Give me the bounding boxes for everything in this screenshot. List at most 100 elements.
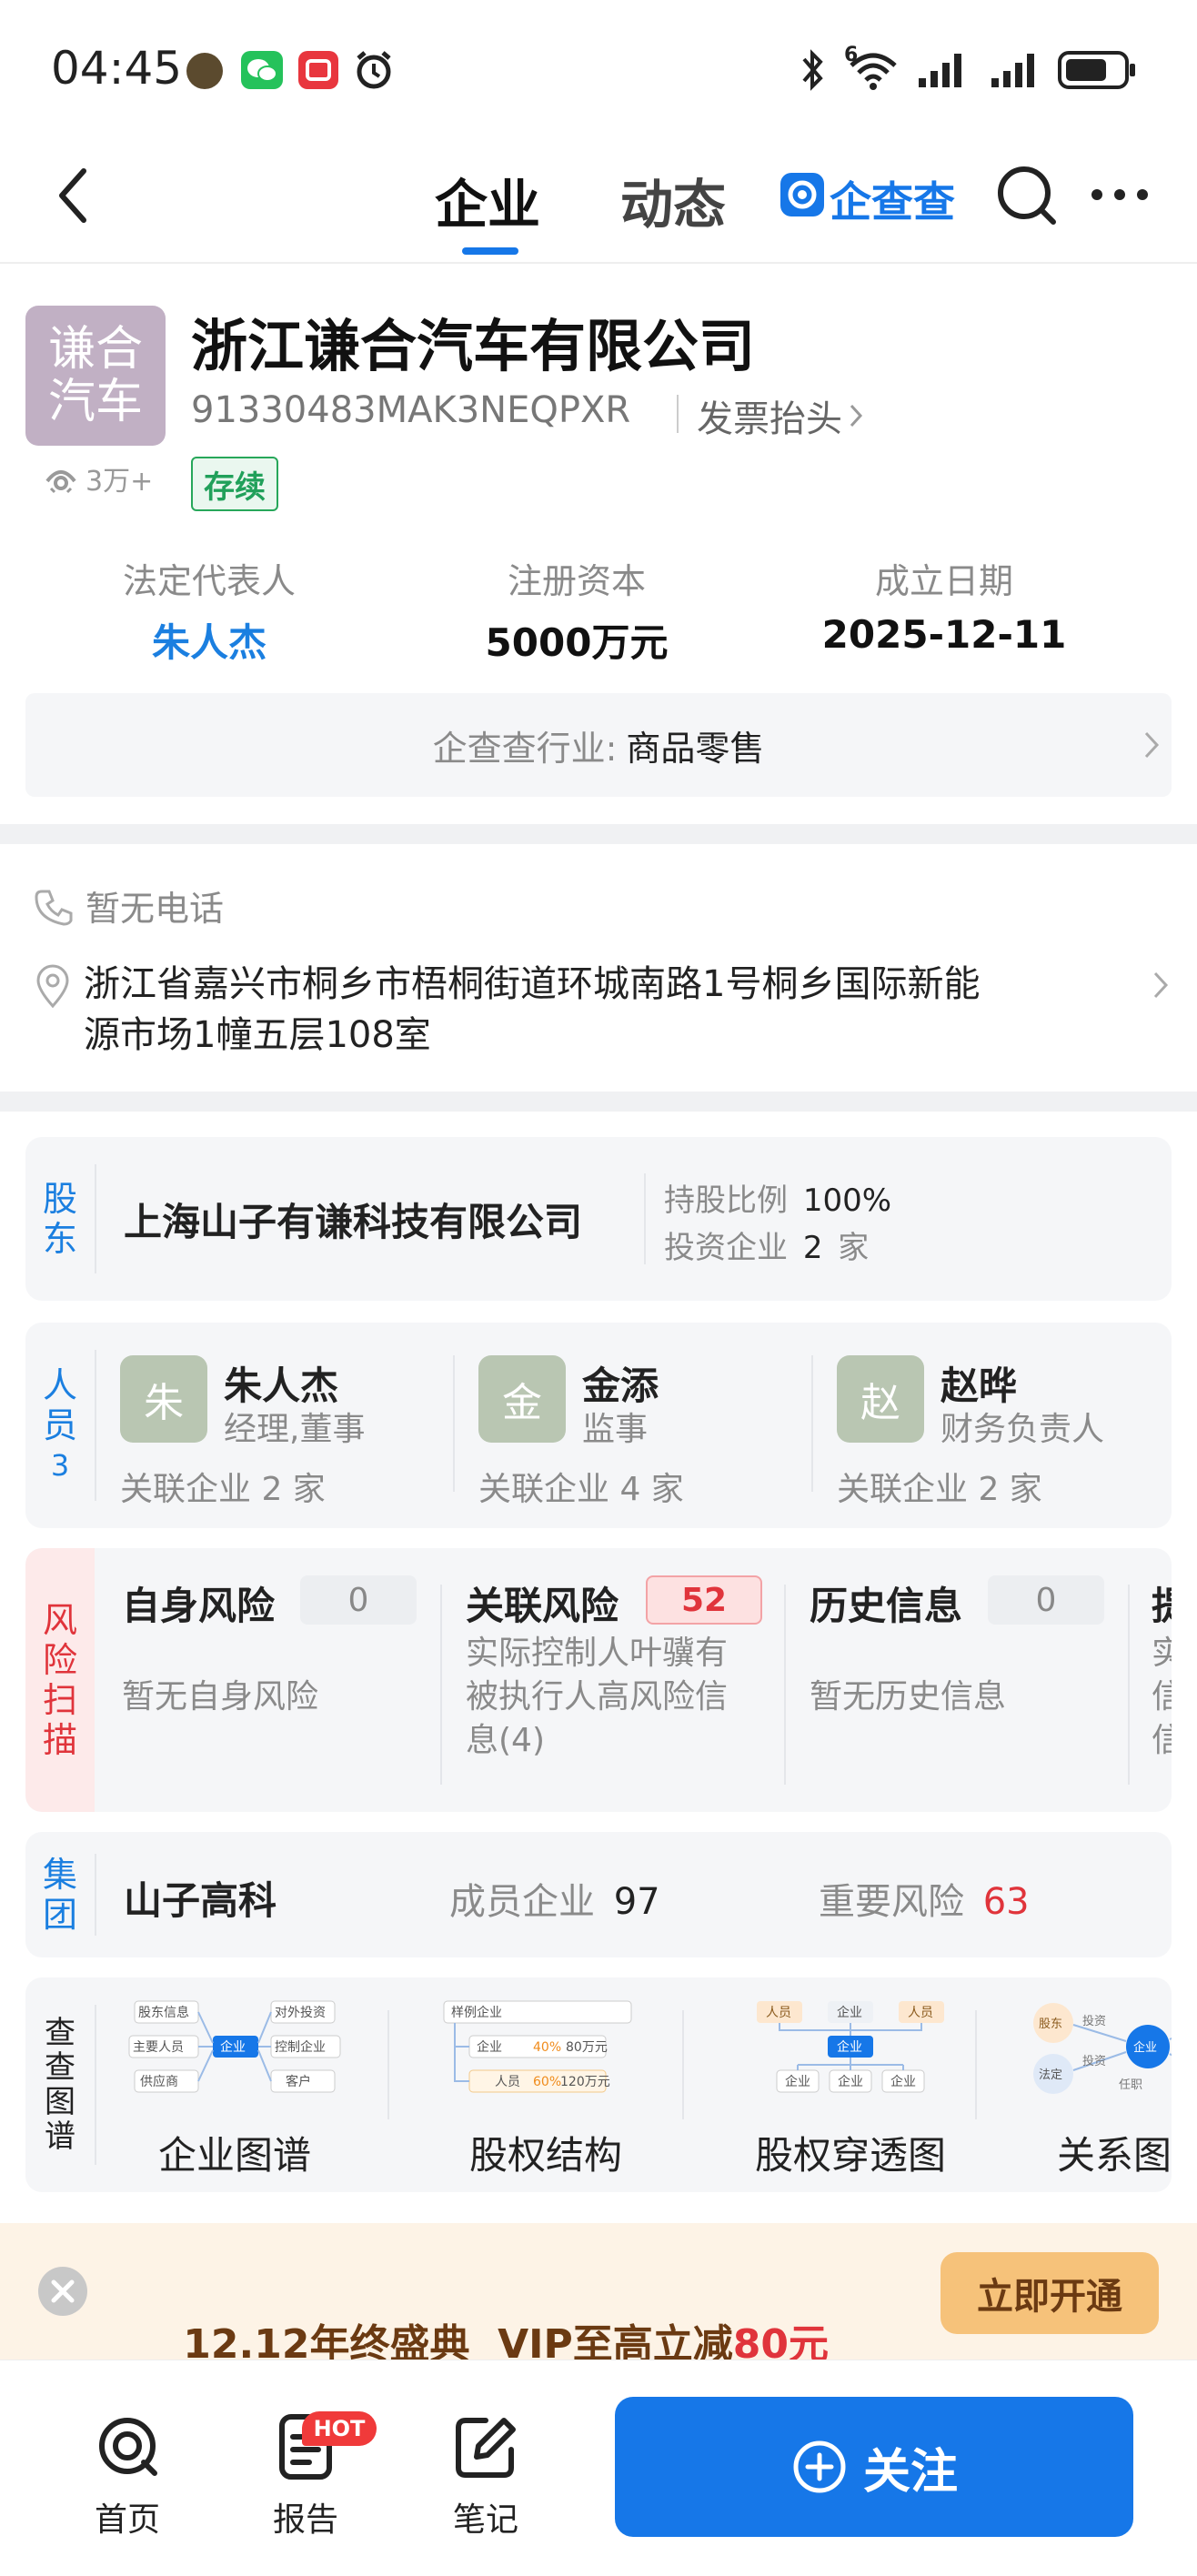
established-date-value: 2025-12-11 — [821, 612, 1067, 657]
established-date-label: 成立日期 — [874, 561, 1013, 601]
person-role: 经理,董事 — [224, 1411, 366, 1448]
graph-node: 主要人员 — [133, 2040, 184, 2055]
red-app-icon — [298, 51, 338, 89]
tab-home-label: 首页 — [94, 2501, 160, 2539]
address-row[interactable]: 浙江省嘉兴市桐乡市梧桐街道环城南路1号桐乡国际新能 源市场1幢五层108室 — [33, 959, 1179, 1068]
key-info-row: 法定代表人 朱人杰 注册资本 5000万元 成立日期 2025-12-11 — [25, 553, 1172, 671]
graphs-card: 查 查 图 谱 股东信息 对外投资 主要人员 企业 控制企业 供应商 客户 企业… — [25, 1977, 1172, 2192]
tab-company[interactable]: 企业 — [435, 162, 540, 238]
graph-node: 投资 — [1082, 2054, 1106, 2068]
promo-banner[interactable]: 12.12年终盛典 VIP至高立减80元 立即开通 — [0, 2223, 1197, 2368]
risk-item-history[interactable]: 历史信息 0 暂无历史信息 — [810, 1575, 1133, 1794]
label-divider — [95, 1350, 96, 1501]
follow-button[interactable]: 关注 — [615, 2397, 1133, 2537]
promo-button-label: 立即开通 — [977, 2276, 1122, 2318]
holding-ratio: 持股比例 100% — [664, 1175, 891, 1220]
invoice-link[interactable]: 发票抬头 — [697, 389, 864, 442]
graph-equity-penetration[interactable]: 人员 企业 人员 企业 企业 企业 企业 股权穿透图 — [709, 1997, 964, 2179]
group-name: 山子高科 — [124, 1878, 277, 1923]
section-divider — [0, 824, 1197, 844]
invest-number: 2 — [802, 1230, 823, 1266]
hot-badge-text: HOT — [313, 2416, 366, 2441]
group-risk-count: 63 — [982, 1881, 1030, 1923]
risk-count: 0 — [347, 1581, 369, 1619]
promo-open-button[interactable]: 立即开通 — [940, 2252, 1159, 2334]
person-card[interactable]: 金 金添 监事 关联企业 4 家 — [478, 1355, 824, 1510]
tab-notes[interactable]: 笔记 — [440, 2411, 531, 2541]
group-members-count: 97 — [613, 1881, 660, 1923]
chevron-right-icon — [1153, 971, 1169, 999]
label-divider — [95, 1854, 96, 1936]
search-icon[interactable] — [993, 162, 1061, 233]
risk-title: 历史信息 — [810, 1584, 963, 1628]
wechat-icon — [241, 51, 283, 89]
personnel-card: 人 员 3 朱 朱人杰 经理,董事 关联企业 2 家 金 金添 监事 关联企业 … — [25, 1323, 1172, 1528]
graph-title: 股权结构 — [468, 2133, 622, 2178]
graph-node: 企业 — [890, 2074, 916, 2089]
nav-bar: 企业 动态 企查查 — [0, 136, 1197, 264]
personnel-section-label: 人 员 3 — [25, 1323, 95, 1528]
invest-label: 投资企业 — [664, 1230, 788, 1266]
location-pin-icon — [36, 964, 69, 1009]
shareholder-card[interactable]: 股 东 上海山子有谦科技有限公司 持股比例 100% 投资企业 2 家 — [25, 1137, 1172, 1301]
risk-title: 提 — [1152, 1584, 1172, 1628]
graph-relations[interactable]: 股东 投资 企业 投资 法定 企业 任职 任职 关系图 — [1031, 1997, 1172, 2179]
graph-node: 人员 — [908, 2006, 933, 2020]
notes-edit-icon — [456, 2418, 516, 2478]
shareholder-name[interactable]: 上海山子有谦科技有限公司 — [124, 1192, 582, 1247]
industry-row[interactable]: 企查查行业: 商品零售 — [25, 693, 1172, 797]
risk-divider — [1128, 1585, 1130, 1785]
views-icon — [45, 470, 76, 494]
close-icon[interactable] — [38, 2267, 87, 2316]
registered-capital-value: 5000万元 — [485, 620, 669, 665]
graph-title: 股权穿透图 — [754, 2133, 946, 2178]
label-char: 风 — [42, 1600, 77, 1640]
bottom-tab-bar: 首页 报告 HOT 笔记 关注 — [0, 2360, 1197, 2576]
invest-count[interactable]: 投资企业 2 家 — [664, 1223, 869, 1267]
invoice-link-label: 发票抬头 — [697, 398, 842, 440]
group-card[interactable]: 集 团 山子高科 成员企业 97 重要风险 63 — [25, 1832, 1172, 1957]
person-card[interactable]: 朱 朱人杰 经理,董事 关联企业 2 家 — [120, 1355, 466, 1510]
credit-code[interactable]: 91330483MAK3NEQPXR — [191, 389, 630, 431]
risk-count-badge: 0 — [988, 1575, 1104, 1625]
legal-rep[interactable]: 法定代表人 朱人杰 — [25, 553, 393, 668]
person-role: 财务负责人 — [940, 1411, 1105, 1448]
wifi-icon — [846, 47, 900, 96]
tab-active-indicator — [462, 247, 518, 255]
legal-rep-value[interactable]: 朱人杰 — [25, 612, 393, 668]
risk-item-partial[interactable]: 提 实 信 信 — [1152, 1575, 1172, 1794]
person-card[interactable]: 赵 赵晔 财务负责人 关联企业 2 家 — [837, 1355, 1164, 1510]
graph-node: 样例企业 — [451, 2005, 502, 2020]
group-section-label: 集 团 — [25, 1832, 95, 1957]
risk-item-related[interactable]: 关联风险 52 实际控制人叶骥有 被执行人高风险信 息(4) — [466, 1575, 790, 1794]
group-risk-label: 重要风险 — [819, 1881, 964, 1923]
label-char: 团 — [42, 1895, 77, 1935]
group-members: 成员企业 97 — [449, 1872, 660, 1925]
industry-value: 商品零售 — [626, 728, 765, 769]
graph-node: 人员 — [766, 2006, 791, 2020]
person-related: 关联企业 2 家 — [120, 1471, 326, 1508]
risk-desc-line: 被执行人高风险信 — [466, 1678, 729, 1716]
person-divider — [453, 1355, 455, 1492]
status-bar: 04:45 6 — [0, 0, 1197, 136]
risk-divider — [784, 1585, 786, 1785]
tab-home[interactable]: 首页 — [82, 2411, 173, 2541]
phone-row: 暂无电话 — [33, 880, 224, 931]
label-char: 查 — [45, 2015, 75, 2051]
graph-equity-structure[interactable]: 样例企业 企业 40% 80万元 人员 60% 120万元 股权结构 — [437, 1997, 655, 2179]
back-icon[interactable] — [55, 164, 91, 231]
credit-divider — [677, 395, 679, 433]
company-logo-line2: 汽车 — [47, 375, 143, 429]
label-char: 描 — [42, 1720, 77, 1760]
graph-enterprise[interactable]: 股东信息 对外投资 主要人员 企业 控制企业 供应商 客户 企业图谱 — [126, 1997, 344, 2179]
graph-node: 企业 — [785, 2074, 810, 2089]
graph-node: 企业 — [838, 2074, 863, 2089]
tab-news[interactable]: 动态 — [620, 162, 726, 238]
graph-node: 客户 — [286, 2074, 311, 2089]
company-name: 浙江谦合汽车有限公司 — [191, 313, 756, 379]
label-char: 谱 — [45, 2118, 75, 2155]
more-icon[interactable] — [1088, 184, 1152, 209]
holding-ratio-label: 持股比例 — [664, 1182, 788, 1219]
signal-icon-1 — [917, 51, 968, 93]
risk-item-self[interactable]: 自身风险 0 暂无自身风险 — [122, 1575, 446, 1794]
